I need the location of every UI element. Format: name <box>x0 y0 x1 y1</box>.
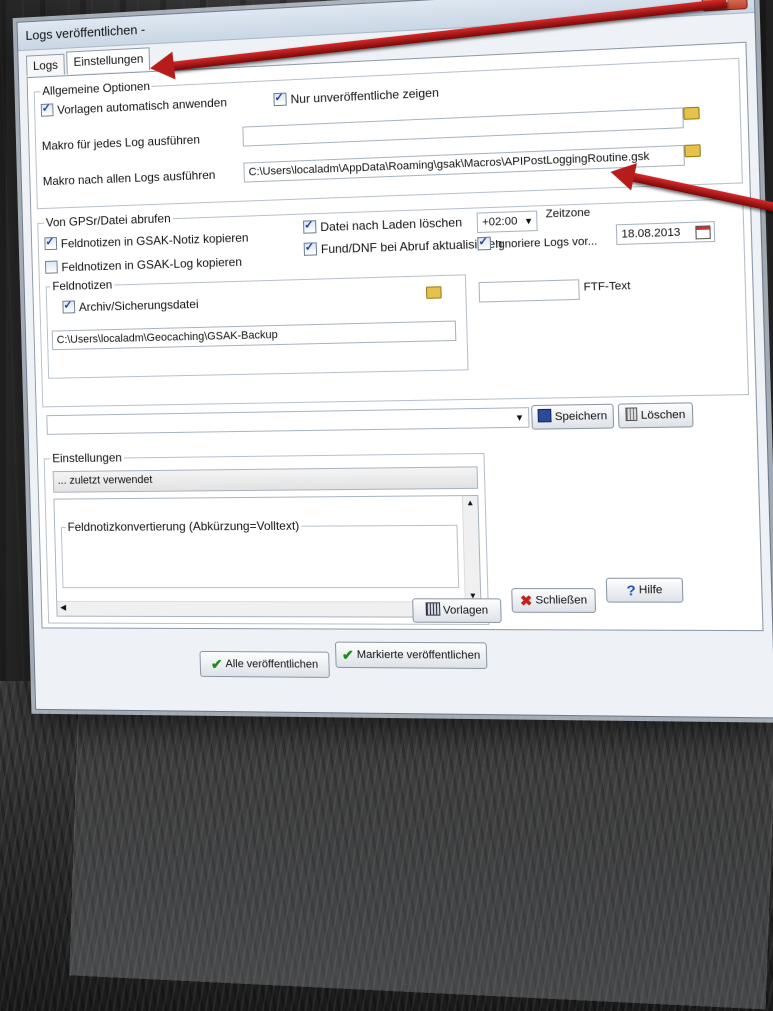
alle-veroeffentlichen-label: Alle veröffentlichen <box>225 658 318 671</box>
fund-dnf-checkbox[interactable]: Fund/DNF bei Abruf aktualisieren <box>304 236 503 257</box>
feldnotizen-group: Feldnotizen Archiv/Sicherungsdatei C:\Us… <box>46 274 469 379</box>
hilfe-button[interactable]: ? Hilfe <box>606 578 684 603</box>
feldnotizen-notiz-checkbox[interactable]: Feldnotizen in GSAK-Notiz kopieren <box>44 231 248 252</box>
grid-icon <box>425 602 440 615</box>
datei-loeschen-label: Datei nach Laden löschen <box>320 215 462 234</box>
feldnotizen-log-checkbox[interactable]: Feldnotizen in GSAK-Log kopieren <box>45 255 242 275</box>
trash-icon <box>626 407 638 421</box>
feldnotizen-legend: Feldnotizen <box>50 278 114 294</box>
checkbox-checked-icon <box>44 237 57 250</box>
backup-path-field[interactable]: C:\Users\localadm\Geocaching\GSAK-Backup <box>52 321 457 351</box>
markierte-veroeffentlichen-button[interactable]: ✔ Markierte veröffentlichen <box>335 642 487 669</box>
close-icon: ✖ <box>520 589 533 612</box>
feldnotizen-log-label: Feldnotizen in GSAK-Log kopieren <box>61 255 242 274</box>
tab-einstellungen[interactable]: Einstellungen <box>67 47 151 74</box>
folder-open-icon[interactable] <box>683 107 700 123</box>
vorlagen-auto-checkbox[interactable]: Vorlagen automatisch anwenden <box>41 95 227 117</box>
date-value: 18.08.2013 <box>621 226 680 240</box>
einstellungen-page: Allgemeine Optionen Vorlagen automatisch… <box>27 42 764 631</box>
loeschen-label: Löschen <box>641 409 686 422</box>
gpsr-datei-group: Von GPSr/Datei abrufen Feldnotizen in GS… <box>37 198 749 407</box>
checkbox-checked-icon <box>41 103 54 116</box>
archiv-checkbox[interactable]: Archiv/Sicherungsdatei <box>62 297 198 315</box>
ftf-text-field[interactable] <box>479 279 580 302</box>
checkbox-checked-icon <box>303 220 316 234</box>
gpsr-datei-legend: Von GPSr/Datei abrufen <box>44 211 173 229</box>
schliessen-button[interactable]: ✖ Schließen <box>511 588 596 613</box>
nur-unveroeffentlicht-checkbox[interactable]: Nur unveröffentliche zeigen <box>273 85 439 107</box>
vorlagen-label: Vorlagen <box>443 604 488 616</box>
help-icon: ? <box>626 579 636 602</box>
fund-dnf-label: Fund/DNF bei Abruf aktualisieren <box>321 236 503 256</box>
profile-select[interactable]: ▼ <box>46 407 529 435</box>
vorlagen-button[interactable]: Vorlagen <box>412 598 502 623</box>
zeitzone-label: Zeitzone <box>545 207 590 221</box>
makro-jedes-field[interactable] <box>242 107 683 146</box>
ignoriere-logs-checkbox[interactable]: Ignoriere Logs vor... <box>477 233 597 251</box>
scroll-up-icon[interactable]: ▲ <box>466 498 474 507</box>
date-picker[interactable]: 18.08.2013 <box>616 221 715 245</box>
checkbox-checked-icon <box>477 237 491 251</box>
einstellungen-legend: Einstellungen <box>50 451 124 466</box>
konvertierung-group: Feldnotizkonvertierung (Abkürzung=Vollte… <box>61 525 459 588</box>
konvertierung-legend: Feldnotizkonvertierung (Abkürzung=Vollte… <box>66 519 302 534</box>
scroll-left-icon[interactable]: ◀ <box>60 603 66 612</box>
window-title: Logs veröffentlichen - <box>25 22 145 43</box>
makro-jedes-label: Makro für jedes Log ausführen <box>42 132 200 153</box>
calendar-icon[interactable] <box>695 225 711 245</box>
chevron-down-icon: ▼ <box>515 408 525 427</box>
checkmark-icon: ✔ <box>211 652 223 676</box>
archiv-label: Archiv/Sicherungsdatei <box>79 297 199 314</box>
folder-icon[interactable] <box>426 286 442 302</box>
tab-logs[interactable]: Logs <box>26 54 65 77</box>
floppy-disk-icon <box>538 409 552 423</box>
loeschen-button[interactable]: Löschen <box>618 402 694 428</box>
logs-veroeffentlichen-window: Logs veröffentlichen - x Logs Einstellun… <box>17 0 773 718</box>
alle-veroeffentlichen-button[interactable]: ✔ Alle veröffentlichen <box>199 651 329 678</box>
speichern-label: Speichern <box>555 410 608 423</box>
feldnotizen-notiz-label: Feldnotizen in GSAK-Notiz kopieren <box>61 231 249 251</box>
folder-open-icon[interactable] <box>684 144 701 160</box>
checkbox-checked-icon <box>62 300 75 313</box>
zeitzone-value: +02:00 <box>482 215 518 228</box>
einstellungen-select[interactable]: ... zuletzt verwendet <box>53 466 479 492</box>
chevron-down-icon: ▼ <box>524 212 534 231</box>
ignoriere-logs-label: Ignoriere Logs vor... <box>495 235 598 251</box>
vorlagen-auto-label: Vorlagen automatisch anwenden <box>57 95 227 117</box>
schliessen-label: Schließen <box>535 594 587 606</box>
checkmark-icon: ✔ <box>342 643 355 667</box>
ftf-text-label: FTF-Text <box>583 280 630 294</box>
allgemeine-optionen-group: Allgemeine Optionen Vorlagen automatisch… <box>34 58 743 209</box>
stage: Logs veröffentlichen - x Logs Einstellun… <box>0 0 773 1011</box>
allgemeine-optionen-legend: Allgemeine Optionen <box>40 79 152 98</box>
makro-allen-label: Makro nach allen Logs ausführen <box>43 168 216 189</box>
zeitzone-select[interactable]: +02:00 ▼ <box>477 210 538 233</box>
checkbox-checked-icon <box>273 93 286 107</box>
speichern-button[interactable]: Speichern <box>531 404 614 430</box>
checkbox-unchecked-icon <box>45 261 58 274</box>
hilfe-label: Hilfe <box>639 584 663 596</box>
markierte-veroeffentlichen-label: Markierte veröffentlichen <box>357 649 481 662</box>
checkbox-checked-icon <box>304 242 317 256</box>
datei-loeschen-checkbox[interactable]: Datei nach Laden löschen <box>303 215 462 235</box>
nur-unveroeffentlicht-label: Nur unveröffentliche zeigen <box>290 85 439 106</box>
